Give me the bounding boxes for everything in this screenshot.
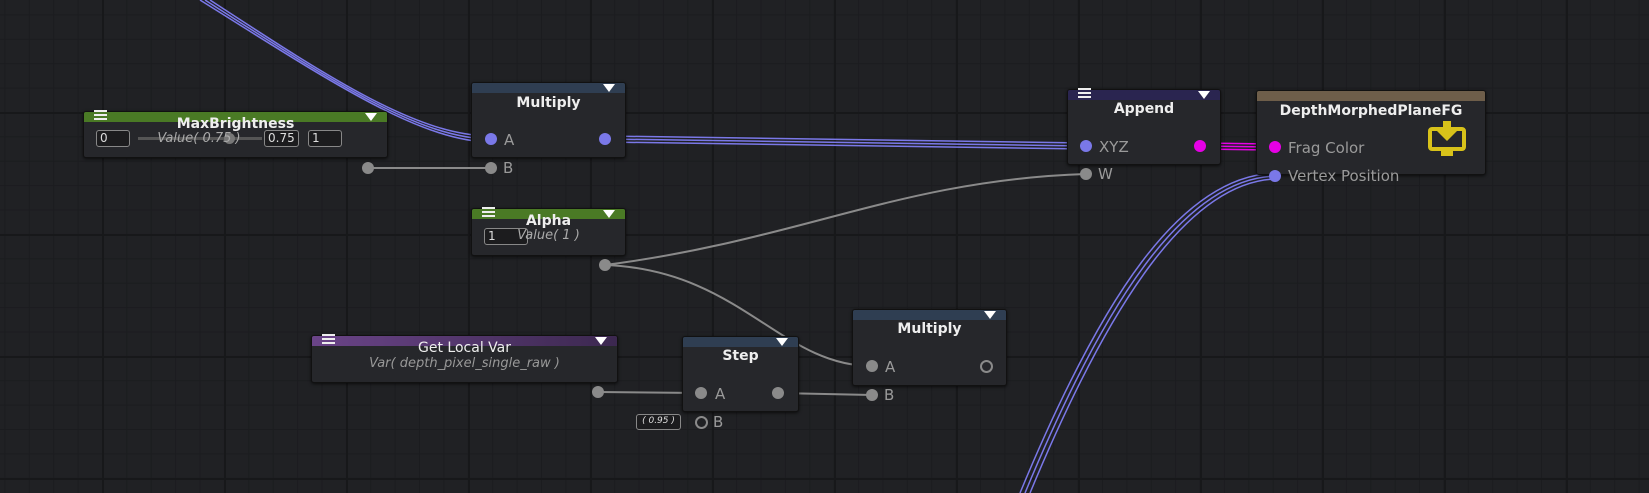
node-alpha[interactable]: Alpha 1 Value( 1 ) bbox=[471, 207, 626, 256]
node-max-brightness[interactable]: MaxBrightness 0 Value( 0.75 ) 0.75 1 bbox=[83, 110, 388, 158]
wires bbox=[199, 0, 1276, 493]
step-b-default-value[interactable]: ( 0.95 ) bbox=[636, 414, 681, 430]
port-label-b: B bbox=[503, 159, 514, 177]
master-output-icon bbox=[1428, 121, 1466, 156]
max-brightness-output-port[interactable] bbox=[362, 162, 374, 174]
node-title: Multiply bbox=[897, 321, 962, 337]
port-label-xyz: XYZ bbox=[1099, 138, 1129, 156]
port-label-vertex-position: Vertex Position bbox=[1288, 167, 1400, 185]
multiply-input-b[interactable] bbox=[485, 162, 497, 174]
multiply-input-a[interactable] bbox=[485, 133, 497, 145]
node-multiply[interactable]: Multiply A bbox=[471, 82, 626, 158]
step-output[interactable] bbox=[772, 387, 784, 399]
dropdown-triangle-icon[interactable] bbox=[776, 338, 788, 346]
node-get-local-var[interactable]: Get Local Var Var( depth_pixel_single_ra… bbox=[311, 334, 618, 383]
value-label: Value( 1 ) bbox=[517, 228, 580, 243]
node-title: Get Local Var bbox=[418, 340, 511, 356]
multiply2-input-b[interactable] bbox=[866, 389, 878, 401]
node-title: Step bbox=[722, 348, 759, 364]
append-input-xyz[interactable] bbox=[1080, 140, 1092, 152]
node-title: DepthMorphedPlaneFG bbox=[1279, 103, 1463, 119]
min-field[interactable]: 0 bbox=[96, 130, 130, 147]
node-step[interactable]: Step A bbox=[682, 336, 799, 412]
port-label-a: A bbox=[715, 385, 726, 403]
vertex-position-input[interactable] bbox=[1269, 170, 1281, 182]
node-title: Multiply bbox=[516, 95, 581, 111]
append-output[interactable] bbox=[1194, 140, 1206, 152]
step-input-a[interactable] bbox=[695, 387, 707, 399]
step-input-b[interactable] bbox=[694, 415, 708, 429]
append-input-w[interactable] bbox=[1080, 168, 1092, 180]
port-label-a: A bbox=[885, 358, 896, 376]
var-name-label: Var( depth_pixel_single_raw ) bbox=[369, 356, 560, 371]
get-local-var-output[interactable] bbox=[592, 386, 604, 398]
wire-vertex-position bbox=[1019, 172, 1276, 493]
port-label-w: W bbox=[1098, 165, 1113, 183]
node-append[interactable]: Append XYZ bbox=[1067, 88, 1221, 165]
port-label-frag-color: Frag Color bbox=[1288, 139, 1365, 157]
dropdown-triangle-icon[interactable] bbox=[1198, 91, 1210, 99]
multiply2-input-a[interactable] bbox=[866, 360, 878, 372]
port-label-b: B bbox=[713, 413, 724, 431]
max-field[interactable]: 1 bbox=[308, 130, 342, 147]
dropdown-triangle-icon[interactable] bbox=[984, 311, 996, 319]
value-label: Value( 0.75 ) bbox=[157, 131, 241, 146]
node-title: MaxBrightness bbox=[176, 116, 295, 132]
wire-multiply-to-append-xyz bbox=[604, 135, 1087, 150]
alpha-output-port[interactable] bbox=[599, 259, 611, 271]
node-title: Alpha bbox=[525, 213, 572, 229]
multiply-output[interactable] bbox=[599, 133, 611, 145]
menu-icon[interactable] bbox=[1078, 88, 1091, 98]
node-multiply-2[interactable]: Multiply A bbox=[852, 309, 1007, 386]
dropdown-triangle-icon[interactable] bbox=[603, 84, 615, 92]
port-label-b: B bbox=[884, 386, 895, 404]
multiply2-output[interactable] bbox=[979, 359, 993, 373]
wire-alpha-to-append-w bbox=[604, 173, 1087, 266]
port-label-a: A bbox=[504, 131, 515, 149]
value-field[interactable]: 0.75 bbox=[264, 130, 299, 147]
node-title: Append bbox=[1113, 101, 1175, 117]
frag-color-input[interactable] bbox=[1269, 141, 1281, 153]
node-output[interactable]: DepthMorphedPlaneFG Frag Color bbox=[1256, 90, 1486, 175]
